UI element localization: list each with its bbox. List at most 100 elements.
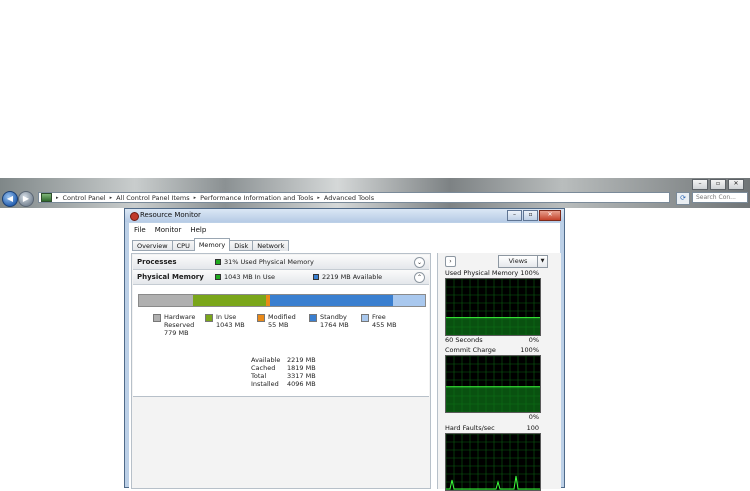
bar-standby (270, 295, 394, 306)
graph-title-row: Hard Faults/sec 100 (445, 424, 539, 432)
physical-memory-header[interactable]: Physical Memory 1043 MB In Use 2219 MB A… (133, 270, 429, 285)
chevron-right-icon[interactable]: ▸ (194, 195, 197, 201)
expand-chevron-icon[interactable]: ⌄ (414, 257, 425, 268)
collapse-pane-icon[interactable]: › (445, 256, 456, 267)
minimize-icon[interactable]: – (507, 210, 522, 221)
forward-arrow-icon[interactable]: ▶ (18, 191, 34, 207)
graph-footer-row: 60 Seconds 0% (445, 336, 539, 344)
stat-label: Total (251, 372, 267, 380)
graph-footer-right: 0% (528, 336, 539, 344)
graph-pane: › Views ▼ Used Physical Memory 100% 60 S… (437, 253, 561, 491)
menu-bar: File Monitor Help (129, 226, 206, 234)
graph-max: 100 (526, 424, 539, 432)
close-icon[interactable]: ✕ (539, 210, 561, 221)
memory-usage-bar (138, 294, 426, 307)
breadcrumb-performance[interactable]: Performance Information and Tools (200, 194, 313, 202)
window-controls: – ▫ ✕ (507, 210, 561, 221)
graph-footer-row: 0% (445, 413, 539, 421)
views-dropdown-icon[interactable]: ▼ (537, 255, 548, 268)
hard-faults-graph (445, 433, 541, 491)
in-use-summary-text: 1043 MB In Use (224, 273, 275, 281)
breadcrumb-advanced-tools[interactable]: Advanced Tools (324, 194, 374, 202)
graph-title-row: Used Physical Memory 100% (445, 269, 539, 277)
breadcrumb-all-items[interactable]: All Control Panel Items (116, 194, 189, 202)
legend-modified: Modified 55 MB (257, 313, 296, 329)
graph-title: Hard Faults/sec (445, 424, 495, 432)
window-client: File Monitor Help Overview CPU Memory Di… (129, 223, 561, 491)
control-panel-icon (41, 193, 52, 202)
stat-value: 4096 MB (287, 380, 316, 388)
back-arrow-icon[interactable]: ◀ (2, 191, 18, 207)
processes-header[interactable]: Processes 31% Used Physical Memory ⌄ (133, 255, 429, 270)
stat-value: 3317 MB (287, 372, 316, 380)
bar-free (393, 295, 425, 306)
available-summary: 2219 MB Available (313, 273, 382, 281)
legend-swatch (205, 314, 213, 322)
stat-label: Installed (251, 380, 279, 388)
blue-indicator-icon (313, 274, 319, 280)
legend-swatch (153, 314, 161, 322)
details-pane: Processes 31% Used Physical Memory ⌄ Phy… (131, 253, 431, 489)
resource-monitor-window: Resource Monitor – ▫ ✕ File Monitor Help… (124, 208, 565, 491)
legend-label: Hardware (164, 313, 196, 321)
physical-memory-body: Hardware Reserved 779 MB In Use 1043 MB (133, 285, 429, 397)
legend-value: 779 MB (164, 329, 189, 337)
green-indicator-icon (215, 274, 221, 280)
menu-monitor[interactable]: Monitor (155, 226, 182, 234)
legend-label: In Use (216, 313, 237, 321)
legend-label-2: Reserved (164, 321, 195, 329)
maximize-button[interactable]: ▫ (710, 179, 726, 190)
menu-file[interactable]: File (134, 226, 146, 234)
bar-in-use (193, 295, 267, 306)
legend-swatch (309, 314, 317, 322)
physical-memory-title: Physical Memory (137, 273, 204, 281)
chevron-right-icon[interactable]: ▸ (56, 195, 59, 201)
legend-value: 55 MB (268, 321, 289, 329)
search-input[interactable]: Search Con... (692, 192, 748, 203)
window-title: Resource Monitor (140, 211, 201, 219)
chevron-right-icon[interactable]: ▸ (317, 195, 320, 201)
available-summary-text: 2219 MB Available (322, 273, 383, 281)
legend-standby: Standby 1764 MB (309, 313, 349, 329)
graph-max: 100% (520, 346, 539, 354)
tab-memory[interactable]: Memory (193, 238, 231, 251)
stat-value: 1819 MB (287, 364, 316, 372)
legend-label: Modified (268, 313, 296, 321)
menu-help[interactable]: Help (190, 226, 206, 234)
views-button[interactable]: Views (498, 255, 538, 268)
processes-summary-text: 31% Used Physical Memory (224, 258, 314, 266)
bar-hardware-reserved (139, 295, 194, 306)
minimize-button[interactable]: – (692, 179, 708, 190)
chevron-right-icon[interactable]: ▸ (110, 195, 113, 201)
legend-hardware-reserved: Hardware Reserved 779 MB (153, 313, 195, 337)
explorer-window-controls: – ▫ ✕ (692, 179, 744, 190)
close-button[interactable]: ✕ (728, 179, 744, 190)
legend-free: Free 455 MB (361, 313, 397, 329)
processes-title: Processes (137, 258, 177, 266)
legend-value: 1043 MB (216, 321, 245, 329)
title-bar[interactable]: Resource Monitor – ▫ ✕ (125, 209, 564, 222)
legend-label: Free (372, 313, 386, 321)
graph-title: Commit Charge (445, 346, 496, 354)
processes-summary: 31% Used Physical Memory (215, 258, 314, 266)
graph-title-row: Commit Charge 100% (445, 346, 539, 354)
legend-swatch (361, 314, 369, 322)
refresh-icon[interactable]: ⟳ (676, 192, 690, 205)
legend-swatch (257, 314, 265, 322)
graph-footer-right: 0% (528, 413, 539, 421)
used-physical-memory-graph (445, 278, 541, 336)
collapse-chevron-icon[interactable]: ⌃ (414, 272, 425, 283)
legend-label: Standby (320, 313, 347, 321)
graph-title: Used Physical Memory (445, 269, 519, 277)
maximize-icon[interactable]: ▫ (523, 210, 538, 221)
graph-max: 100% (520, 269, 539, 277)
graph-footer-left: 60 Seconds (445, 336, 483, 344)
breadcrumb-control-panel[interactable]: Control Panel (63, 194, 106, 202)
legend-value: 1764 MB (320, 321, 349, 329)
resource-monitor-icon (130, 212, 139, 221)
address-bar[interactable]: ▸ Control Panel ▸ All Control Panel Item… (38, 192, 670, 203)
in-use-summary: 1043 MB In Use (215, 273, 275, 281)
green-indicator-icon (215, 259, 221, 265)
legend-value: 455 MB (372, 321, 397, 329)
stat-value: 2219 MB (287, 356, 316, 364)
